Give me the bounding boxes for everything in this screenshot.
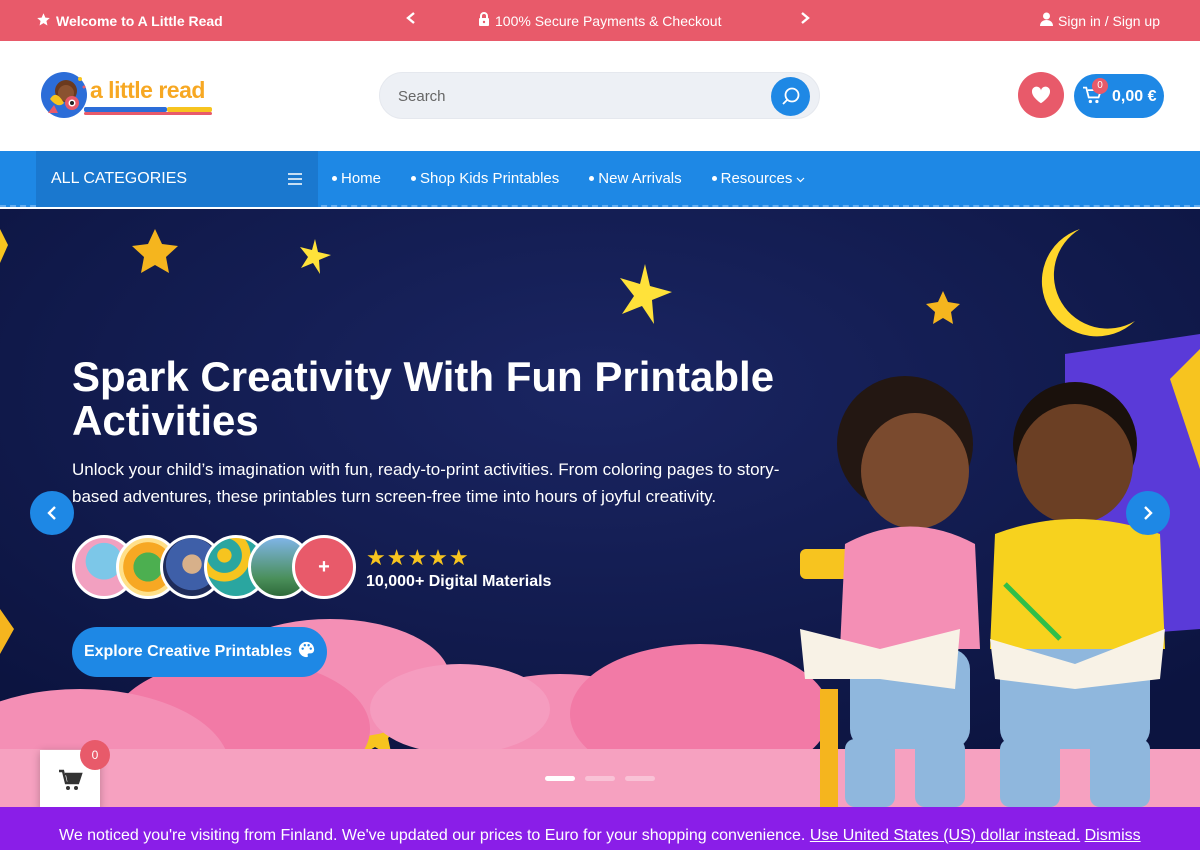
slider-pagination [545, 776, 655, 781]
logo-text: a little read [90, 77, 205, 103]
site-logo[interactable]: a little read [40, 69, 215, 121]
chevron-right-icon [1144, 506, 1153, 520]
currency-notice-bar: We noticed you're visiting from Finland.… [0, 807, 1200, 850]
heart-icon [1031, 86, 1051, 104]
slide-dot-1[interactable] [545, 776, 575, 781]
search-bar [379, 72, 820, 119]
bullet-icon [411, 176, 417, 181]
explore-printables-button[interactable]: Explore Creative Printables [72, 627, 327, 677]
star-icon [36, 12, 51, 30]
all-categories-button[interactable]: ALL CATEGORIES [36, 151, 318, 207]
hero-prev-button[interactable] [30, 491, 74, 535]
slide-dot-2[interactable] [585, 776, 615, 781]
nav-item-label: Home [341, 170, 382, 187]
top-bar: Welcome to A Little Read 100% Secure Pay… [0, 0, 1200, 41]
rating-text: 10,000+ Digital Materials [366, 573, 552, 590]
signin-link[interactable]: Sign in / Sign up [1040, 12, 1160, 29]
floating-cart-button[interactable]: 0 [40, 740, 110, 810]
use-usd-link[interactable]: Use United States (US) dollar instead. [810, 827, 1080, 844]
floating-cart-count: 0 [80, 740, 110, 770]
all-categories-label: ALL CATEGORIES [51, 170, 188, 187]
nav-item-label: New Arrivals [598, 170, 682, 187]
currency-notice-text: We noticed you're visiting from Finland.… [59, 827, 806, 844]
lock-icon [478, 12, 490, 29]
bullet-icon [711, 176, 717, 181]
menu-icon [288, 172, 302, 190]
promo-next-button[interactable] [799, 11, 811, 30]
rating-stars: ★★★★★ [366, 545, 470, 570]
cart-icon [59, 769, 83, 790]
search-icon [781, 87, 799, 105]
cart-count-badge: 0 [1092, 78, 1108, 94]
nav-item-shop-kids-printables[interactable]: Shop Kids Printables [411, 170, 559, 187]
cta-label: Explore Creative Printables [83, 643, 293, 660]
hero-next-button[interactable] [1126, 491, 1170, 535]
bullet-icon [332, 176, 337, 181]
signin-text: Sign in / Sign up [1058, 12, 1160, 29]
logo-underline-red [84, 112, 212, 115]
promo-message: 100% Secure Payments & Checkout [478, 12, 721, 29]
site-header: a little read 0 0,00 € [0, 41, 1200, 151]
more-products-button[interactable]: + [292, 535, 356, 599]
search-input[interactable] [398, 85, 758, 107]
chevron-down-icon [796, 170, 805, 187]
product-avatars: + [72, 535, 362, 599]
bullet-icon [589, 176, 595, 181]
palette-icon [298, 641, 315, 663]
welcome-message: Welcome to A Little Read [36, 12, 223, 30]
user-icon [1040, 12, 1054, 29]
cart-total: 0,00 € [1112, 88, 1157, 105]
hero-description: Unlock your child’s imagination with fun… [72, 460, 780, 506]
nav-item-label: Resources [720, 170, 793, 187]
header-cart-button[interactable]: 0 0,00 € [1074, 74, 1164, 118]
nav-item-label: Shop Kids Printables [420, 170, 560, 187]
main-nav: ALL CATEGORIES Home Shop Kids Printables… [0, 151, 1200, 207]
nav-item-resources[interactable]: Resources [711, 170, 806, 187]
rating-block: ★★★★★ 10,000+ Digital Materials [366, 545, 551, 591]
welcome-text: Welcome to A Little Read [56, 13, 223, 29]
hero-title: Spark Creativity With Fun Printable Acti… [72, 353, 775, 444]
slide-dot-3[interactable] [625, 776, 655, 781]
promo-prev-button[interactable] [405, 11, 417, 30]
dismiss-link[interactable]: Dismiss [1085, 827, 1141, 844]
wishlist-button[interactable] [1018, 72, 1064, 118]
nav-item-home[interactable]: Home [332, 170, 381, 187]
promo-text: 100% Secure Payments & Checkout [495, 12, 722, 29]
chevron-left-icon [47, 506, 56, 520]
hero-slider: Spark Creativity With Fun Printable Acti… [0, 209, 1200, 807]
search-button[interactable] [771, 77, 810, 116]
nav-item-new-arrivals[interactable]: New Arrivals [589, 170, 682, 187]
